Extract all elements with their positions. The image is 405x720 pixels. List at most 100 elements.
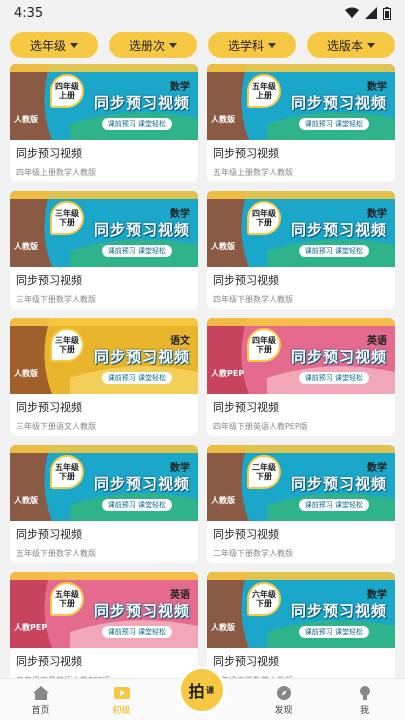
volume-label: 下册	[256, 345, 272, 354]
course-thumbnail: 五年级 下册 人教版 数学 同步预习视频 课前预习 课堂轻松	[10, 445, 198, 521]
course-thumbnail: 五年级 上册 人教版 数学 同步预习视频 课前预习 课堂轻松	[207, 64, 395, 140]
edition-label: 人教版	[14, 369, 38, 378]
battery-icon	[383, 6, 391, 20]
course-card[interactable]: 二年级 下册 人教版 数学 同步预习视频 课前预习 课堂轻松 同步预习视频 二年…	[207, 445, 395, 563]
thumbnail-headline: 同步预习视频	[93, 221, 190, 239]
volume-label: 上册	[256, 91, 272, 100]
filter-label: 选版本	[326, 38, 363, 53]
filter-grade[interactable]: 选年级	[10, 32, 98, 58]
volume-label: 下册	[59, 472, 75, 481]
card-subtitle: 四年级下册数学人教版	[213, 295, 293, 304]
thumbnail-headline: 同步预习视频	[93, 94, 190, 112]
thumbnail-tagline: 课前预习 课堂轻松	[298, 626, 369, 638]
edition-label: 人教版	[211, 242, 235, 251]
subject-label: 数学	[367, 82, 387, 93]
thumbnail-headline: 同步预习视频	[290, 348, 387, 366]
grade-label: 五年级	[55, 462, 79, 472]
grade-label: 三年级	[55, 335, 79, 345]
thumbnail-tagline: 课前预习 课堂轻松	[101, 626, 172, 638]
thumbnail-headline: 同步预习视频	[93, 602, 190, 620]
chevron-down-icon	[268, 42, 276, 48]
home-icon	[32, 686, 49, 700]
edition-label: 人教PEP	[211, 369, 245, 378]
course-card[interactable]: 四年级 上册 人教版 数学 同步预习视频 课前预习 课堂轻松 同步预习视频 四年…	[10, 64, 198, 182]
filter-label: 选年级	[29, 38, 66, 53]
tab-video[interactable]: 初级	[92, 685, 152, 716]
course-card[interactable]: 四年级 下册 人教PEP 英语 同步预习视频 课前预习 课堂轻松 同步预习视频 …	[207, 318, 395, 436]
course-card[interactable]: 五年级 下册 人教PEP 英语 同步预习视频 课前预习 课堂轻松 同步预习视频 …	[10, 572, 198, 680]
card-subtitle: 五年级上册数学人教版	[213, 168, 293, 177]
tab-label: 我	[359, 706, 369, 716]
status-bar: 4:35	[0, 0, 405, 26]
thumbnail-tagline: 课前预习 课堂轻松	[101, 372, 172, 384]
volume-label: 下册	[256, 472, 272, 481]
course-card[interactable]: 五年级 下册 人教版 数学 同步预习视频 课前预习 课堂轻松 同步预习视频 五年…	[10, 445, 198, 563]
center-sub: 课	[205, 686, 215, 694]
tab-discover[interactable]: 发现	[254, 685, 314, 716]
subject-label: 数学	[170, 463, 190, 474]
status-icons	[345, 6, 391, 20]
card-title: 同步预习视频	[213, 401, 279, 414]
tab-home[interactable]: 首页	[11, 685, 71, 716]
course-card[interactable]: 五年级 上册 人教版 数学 同步预习视频 课前预习 课堂轻松 同步预习视频 五年…	[207, 64, 395, 182]
filter-bar: 选年级 选册次 选学科 选版本	[0, 26, 405, 64]
grade-label: 五年级	[55, 589, 79, 599]
grade-badge: 四年级 下册	[247, 201, 281, 235]
card-title: 同步预习视频	[213, 528, 279, 541]
subject-label: 数学	[170, 82, 190, 93]
card-subtitle: 三年级下册语文人教版	[16, 422, 96, 431]
subject-label: 数学	[367, 463, 387, 474]
edition-label: 人教版	[14, 115, 38, 124]
course-thumbnail: 三年级 下册 人教版 数学 同步预习视频 课前预习 课堂轻松	[10, 191, 198, 267]
filter-label: 选学科	[227, 38, 264, 53]
card-title: 同步预习视频	[213, 274, 279, 287]
volume-label: 上册	[59, 91, 75, 100]
grade-label: 四年级	[55, 81, 79, 91]
course-card[interactable]: 三年级 下册 人教版 语文 同步预习视频 课前预习 课堂轻松 同步预习视频 三年…	[10, 318, 198, 436]
volume-label: 下册	[59, 599, 75, 608]
course-card[interactable]: 六年级 下册 人教版 数学 同步预习视频 课前预习 课堂轻松 同步预习视频 六年…	[207, 572, 395, 680]
card-title: 同步预习视频	[16, 655, 82, 668]
grade-label: 四年级	[252, 335, 276, 345]
subject-label: 数学	[367, 209, 387, 220]
grade-badge: 五年级 下册	[50, 455, 84, 489]
filter-volume[interactable]: 选册次	[109, 32, 197, 58]
card-title: 同步预习视频	[16, 274, 82, 287]
card-subtitle: 三年级下册数学人教版	[16, 295, 96, 304]
card-title: 同步预习视频	[16, 401, 82, 414]
filter-edition[interactable]: 选版本	[307, 32, 395, 58]
thumbnail-tagline: 课前预习 课堂轻松	[298, 245, 369, 257]
edition-label: 人教版	[14, 496, 38, 505]
tab-me[interactable]: 我	[335, 685, 395, 716]
grade-label: 六年级	[252, 589, 276, 599]
card-subtitle: 二年级下册数学人教版	[213, 549, 293, 558]
course-thumbnail: 四年级 下册 人教版 数学 同步预习视频 课前预习 课堂轻松	[207, 191, 395, 267]
card-subtitle: 四年级下册英语人教PEP版	[213, 422, 308, 431]
subject-label: 英语	[170, 590, 190, 601]
grade-badge: 四年级 下册	[247, 328, 281, 362]
course-card[interactable]: 三年级 下册 人教版 数学 同步预习视频 课前预习 课堂轻松 同步预习视频 三年…	[10, 191, 198, 309]
chevron-down-icon	[70, 42, 78, 48]
edition-label: 人教版	[211, 496, 235, 505]
edition-label: 人教版	[14, 242, 38, 251]
volume-label: 下册	[59, 345, 75, 354]
compass-icon	[276, 686, 291, 700]
course-thumbnail: 四年级 上册 人教版 数学 同步预习视频 课前预习 课堂轻松	[10, 64, 198, 140]
course-thumbnail: 三年级 下册 人教版 语文 同步预习视频 课前预习 课堂轻松	[10, 318, 198, 394]
grade-badge: 三年级 下册	[50, 328, 84, 362]
course-thumbnail: 五年级 下册 人教PEP 英语 同步预习视频 课前预习 课堂轻松	[10, 572, 198, 648]
filter-subject[interactable]: 选学科	[208, 32, 296, 58]
edition-label: 人教版	[211, 115, 235, 124]
thumbnail-tagline: 课前预习 课堂轻松	[298, 372, 369, 384]
volume-label: 下册	[256, 599, 272, 608]
user-icon	[359, 686, 370, 700]
thumbnail-headline: 同步预习视频	[93, 348, 190, 366]
grade-label: 二年级	[252, 462, 276, 472]
card-title: 同步预习视频	[16, 528, 82, 541]
course-card[interactable]: 四年级 下册 人教版 数学 同步预习视频 课前预习 课堂轻松 同步预习视频 四年…	[207, 191, 395, 309]
subject-label: 语文	[170, 336, 190, 347]
capture-lesson-button[interactable]: 拍课	[178, 666, 226, 714]
course-grid: 四年级 上册 人教版 数学 同步预习视频 课前预习 课堂轻松 同步预习视频 四年…	[0, 64, 405, 680]
volume-label: 下册	[256, 218, 272, 227]
card-title: 同步预习视频	[213, 147, 279, 160]
